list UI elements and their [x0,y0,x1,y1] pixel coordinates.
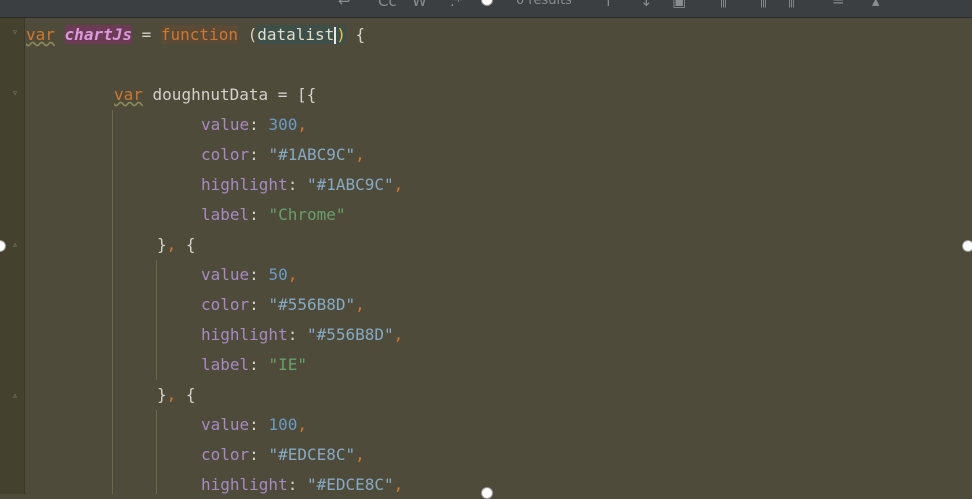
settings-icon[interactable]: ⫼ [788,0,795,9]
fold-icon[interactable]: ▿ [11,28,19,38]
code-line: color: "#1ABC9C", [201,145,365,164]
close-icon[interactable]: = [832,0,845,9]
code-line: label: "IE" [201,355,307,374]
fold-icon[interactable]: ▿ [11,89,19,99]
code-line: highlight: "#EDCE8C", [201,475,404,494]
code-line: highlight: "#556B8D", [201,325,404,344]
select-all-icon[interactable]: ▣ [672,0,686,9]
code-line: label: "Chrome" [201,205,346,224]
find-in-selection-icon[interactable]: ⫼ [760,0,767,9]
whole-word-icon[interactable]: W [412,0,427,9]
code-line: color: "#556B8D", [201,295,365,314]
indent-guide [156,410,157,494]
code-line: var doughnutData = [{ [114,85,317,104]
code-line: }, { [157,385,196,404]
match-case-icon[interactable]: Cc [378,0,397,9]
search-results-count: 0 results [516,0,572,8]
code-line: color: "#EDCE8C", [201,445,365,464]
undo-icon[interactable]: ↩ [338,0,351,9]
fold-icon[interactable]: ▵ [11,391,19,401]
editor-gutter[interactable]: ▿ ▿ ▵ ▵ [0,18,25,494]
indent-guide [156,260,157,380]
code-line: highlight: "#1ABC9C", [201,175,404,194]
code-line: var chartJs = function (datalist) { [26,25,366,44]
prev-occurrence-icon[interactable]: ↑ [602,0,615,9]
code-line: }, { [157,235,196,254]
resize-handle-right[interactable] [962,240,972,252]
next-occurrence-icon[interactable]: ↓ [640,0,653,9]
indent-guide [112,110,113,494]
code-editor[interactable]: var chartJs = function (datalist) { var … [26,18,972,494]
regex-icon[interactable]: .* [450,0,462,9]
code-line: value: 300, [201,115,307,134]
fold-icon[interactable]: ▵ [11,240,19,250]
code-line: value: 100, [201,415,307,434]
pin-icon[interactable]: ▴ [872,0,880,9]
code-line: value: 50, [201,265,298,284]
filter-icon[interactable]: ⫼ [720,0,727,9]
resize-handle-bottom[interactable] [481,487,493,499]
